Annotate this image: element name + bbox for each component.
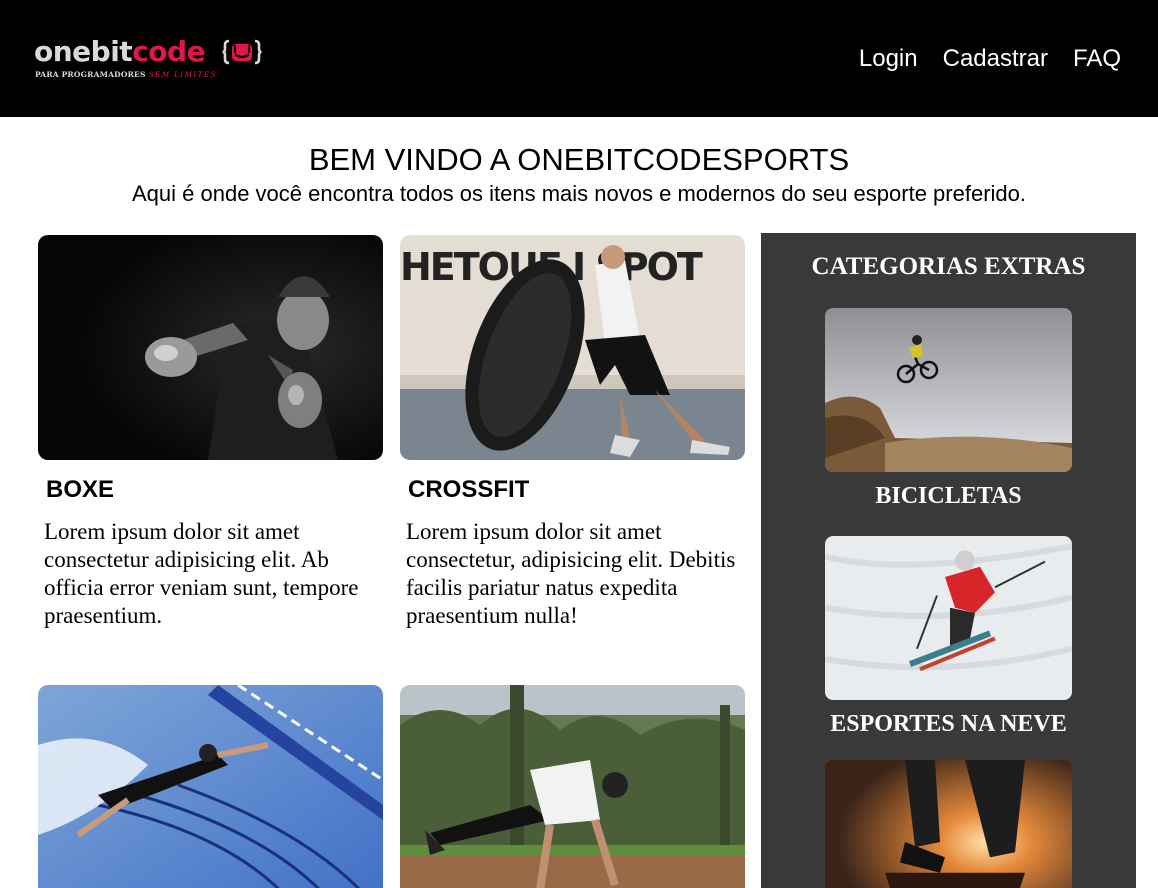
sidebar-item-label: BICICLETAS: [875, 483, 1022, 509]
page-title: BEM VINDO A ONEBITCODESPORTS: [308, 142, 850, 177]
logo-word-two: code: [132, 35, 206, 68]
card-text: Lorem ipsum dolor sit amet consectetur, …: [406, 519, 736, 628]
sidebar-item-label: ESPORTES NA NEVE: [830, 711, 1067, 737]
mountain-bike-photo: [825, 308, 1072, 472]
sport-card-calisthenics[interactable]: [400, 685, 745, 888]
sidebar-item-bicicletas[interactable]: BICICLETAS: [825, 308, 1072, 510]
skateboard-photo: [825, 760, 1072, 888]
page-subtitle: Aqui é onde você encontra todos os itens…: [132, 181, 1026, 206]
calisthenics-photo: [400, 685, 745, 888]
logo-tagline-main: PARA PROGRAMADORES: [35, 70, 146, 79]
boxing-photo: [38, 235, 383, 460]
card-title: CROSSFIT: [408, 476, 530, 503]
main-nav: Login Cadastrar FAQ: [859, 44, 1121, 74]
swimming-photo: [38, 685, 383, 888]
logo-word-one: onebit: [34, 35, 133, 68]
card-title: BOXE: [46, 476, 115, 503]
sport-card-boxe[interactable]: BOXE Lorem ipsum dolor sit amet consecte…: [38, 235, 383, 630]
crossfit-photo: HETOUE I SPOT: [400, 235, 745, 460]
nav-faq-link[interactable]: FAQ: [1073, 44, 1121, 74]
nav-signup-link[interactable]: Cadastrar: [943, 44, 1048, 74]
site-header: onebitcode PARA PROGRAMADORES SEM LIMITES…: [0, 0, 1158, 117]
sidebar-item-skate[interactable]: [825, 760, 1072, 888]
nav-login-link[interactable]: Login: [859, 44, 918, 74]
logo-tagline-accent: SEM LIMITES: [148, 70, 217, 79]
sport-card-swimming[interactable]: [38, 685, 383, 888]
onebitcode-logo[interactable]: onebitcode PARA PROGRAMADORES SEM LIMITES: [34, 34, 274, 84]
logo-tagline: PARA PROGRAMADORES SEM LIMITES: [35, 70, 217, 79]
logo-wordmark: onebitcode: [34, 34, 206, 70]
sport-card-crossfit[interactable]: HETOUE I SPOT CROSSFIT Lorem ipsum dolor…: [400, 235, 745, 630]
card-text: Lorem ipsum dolor sit amet consectetur a…: [44, 519, 359, 628]
rock-hand-icon: [222, 39, 262, 65]
sidebar-item-esportes-na-neve[interactable]: ESPORTES NA NEVE: [825, 536, 1072, 738]
skiing-photo: [825, 536, 1072, 700]
extra-categories-sidebar: CATEGORIAS EXTRAS BICICLETAS ESPORTES NA…: [761, 233, 1136, 888]
sidebar-title: CATEGORIAS EXTRAS: [811, 253, 1086, 280]
